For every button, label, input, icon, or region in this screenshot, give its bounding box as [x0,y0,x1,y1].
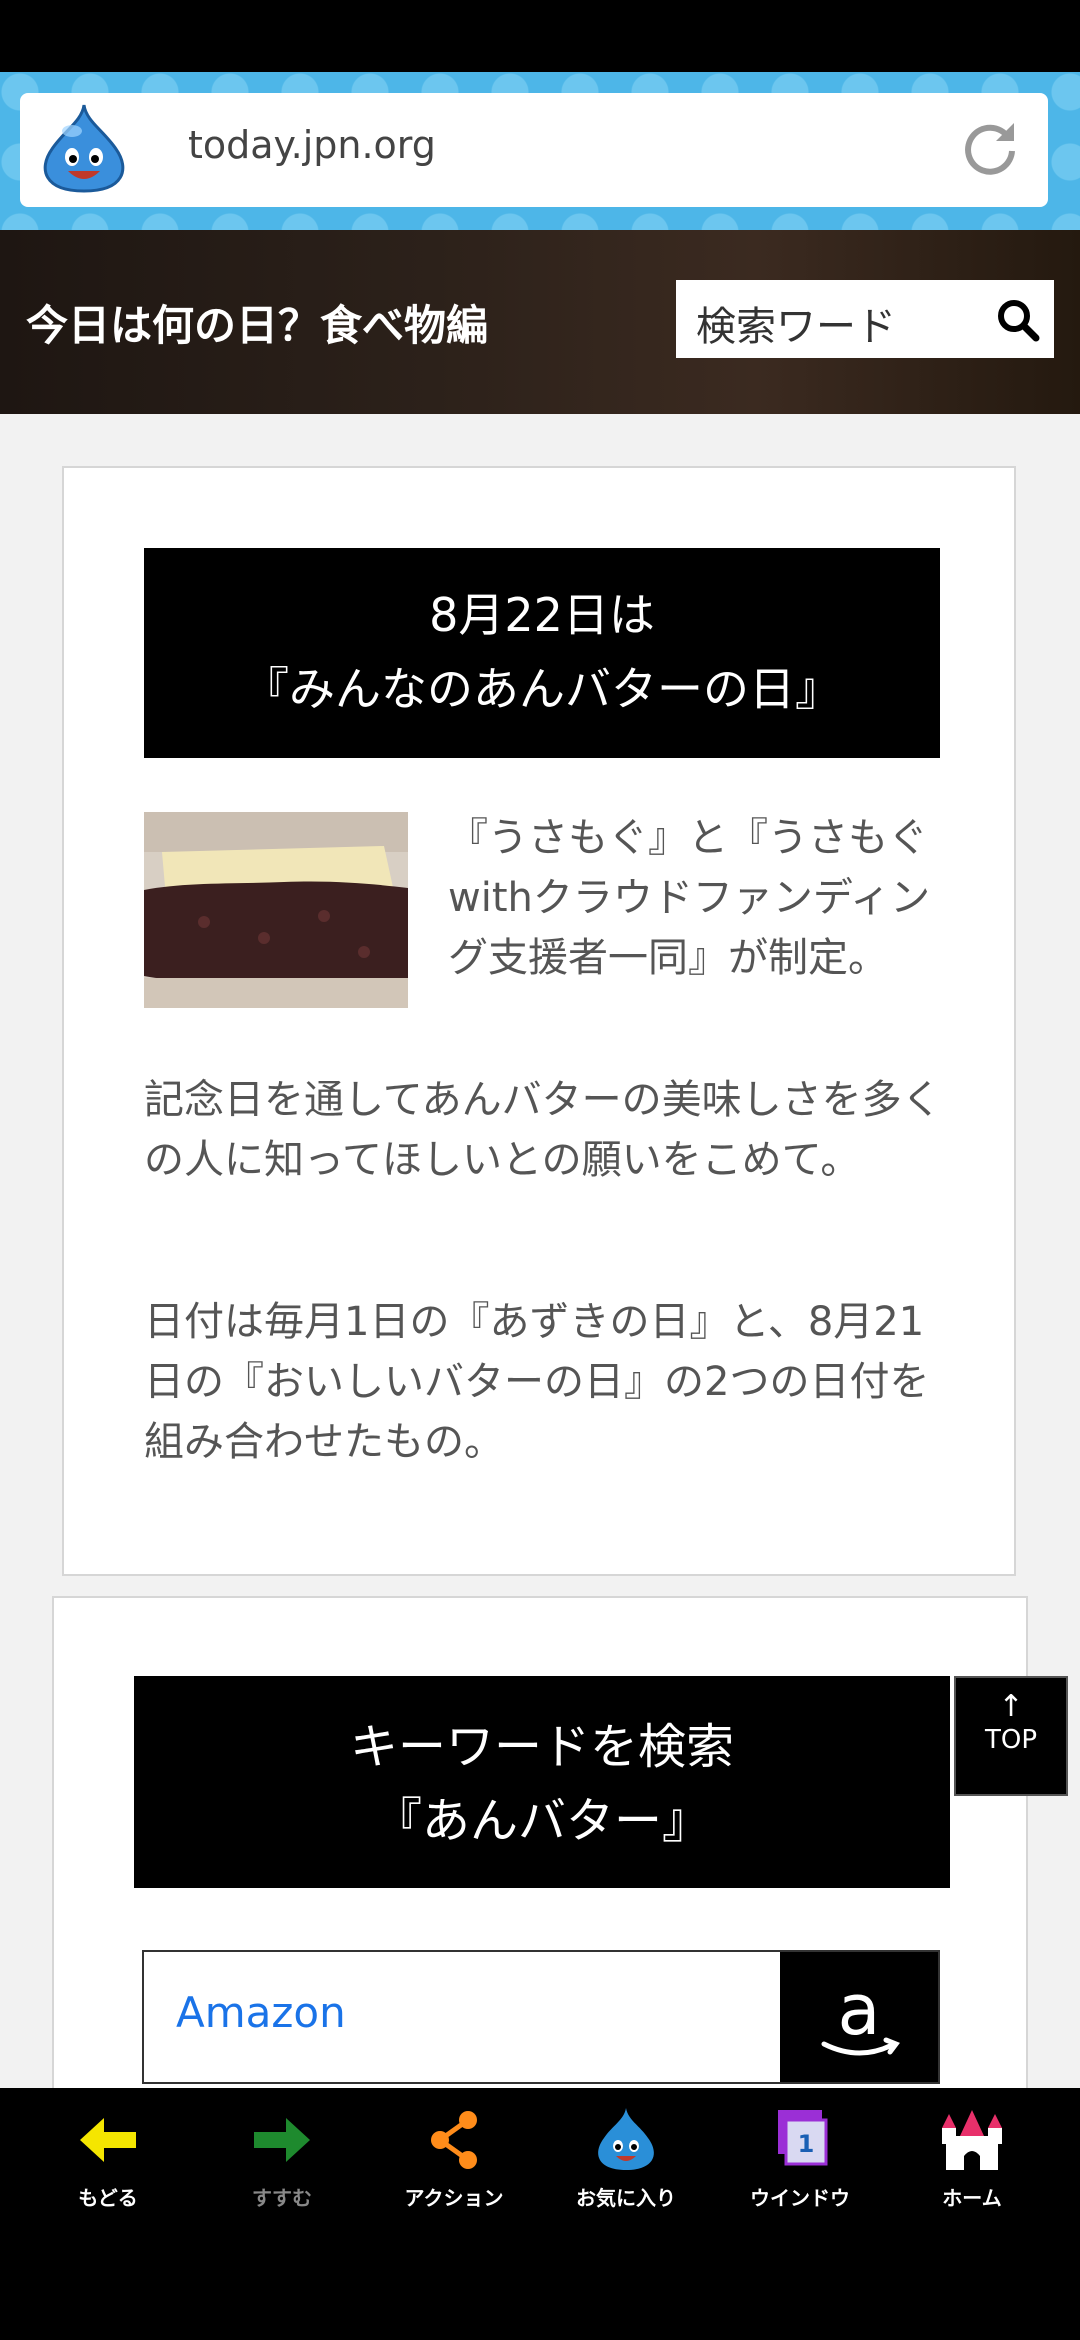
scroll-top-button[interactable]: ↑ TOP [954,1676,1068,1796]
url-text[interactable]: today.jpn.org [188,123,436,167]
bottom-nav: もどる すすむ アクション お気に入り 1 ウインドウ ホーム [0,2088,1080,2340]
page-content: 8月22日は 『みんなのあんバターの日』 『うさもぐ』と『うさもぐwithクラウ… [0,414,1080,2088]
back-arrow-icon [80,2118,136,2162]
nav-home-label: ホーム [942,2186,1002,2210]
forward-arrow-icon [254,2118,310,2162]
reload-icon[interactable] [958,115,1022,179]
amazon-label[interactable]: Amazon [176,1988,346,2037]
share-icon [431,2111,477,2169]
up-arrow-icon: ↑ [998,1689,1024,1724]
svg-text:a: a [838,1969,881,2051]
window-icon: 1 [778,2110,828,2166]
nav-forward-label: すすむ [252,2186,312,2210]
url-bar[interactable]: today.jpn.org [20,93,1048,207]
article-title-line2: 『みんなのあんバターの日』 [243,662,841,716]
slime-browser-icon[interactable] [34,101,134,197]
site-header: 今日は何の日？食べ物編 検索ワード [0,230,1080,414]
search-input[interactable]: 検索ワード [676,280,1054,358]
article-title-line1: 8月22日は [429,588,655,642]
article-paragraph-1: 『うさもぐ』と『うさもぐwithクラウドファンディング支援者一同』が制定。 [448,815,931,981]
nav-back-button[interactable]: もどる [28,2106,188,2216]
nav-back-label: もどる [78,2186,138,2210]
search-placeholder: 検索ワード [696,304,896,350]
nav-favorites-button[interactable]: お気に入り [546,2106,706,2216]
article-title: 8月22日は 『みんなのあんバターの日』 [144,548,940,758]
keyword-heading-line2: 『あんバター』 [373,1793,710,1849]
nav-favorites-label: お気に入り [576,2186,676,2210]
nav-action-button[interactable]: アクション [374,2106,534,2216]
search-icon[interactable] [996,298,1040,342]
nav-window-label: ウインドウ [750,2186,850,2210]
article-card: 8月22日は 『みんなのあんバターの日』 『うさもぐ』と『うさもぐwithクラウ… [62,466,1016,1576]
site-title[interactable]: 今日は何の日？食べ物編 [26,292,488,353]
amazon-search-link[interactable]: Amazon a [142,1950,940,2084]
keyword-heading-line1: キーワードを検索 [349,1719,734,1775]
article-paragraph-2: 記念日を通してあんバターの美味しさを多くの人に知ってほしいとの願いをこめて。 [144,1077,942,1183]
castle-home-icon [942,2110,1002,2170]
nav-action-label: アクション [404,2186,504,2210]
anbutter-photo [144,812,408,1008]
nav-forward-button[interactable]: すすむ [202,2106,362,2216]
amazon-logo-icon[interactable]: a [780,1952,938,2082]
window-count: 1 [798,2130,815,2158]
top-label: TOP [984,1725,1038,1755]
slime-favorite-icon [598,2108,654,2170]
nav-home-button[interactable]: ホーム [892,2106,1052,2216]
status-bar [0,0,1080,72]
keyword-heading: キーワードを検索 『あんバター』 [134,1676,950,1888]
article-paragraph-3: 日付は毎月1日の『あずきの日』と、8月21日の『おいしいバターの日』の2つの日付… [144,1299,930,1465]
nav-window-button[interactable]: 1 ウインドウ [720,2106,880,2216]
keyword-card: キーワードを検索 『あんバター』 Amazon a [52,1596,1028,2088]
